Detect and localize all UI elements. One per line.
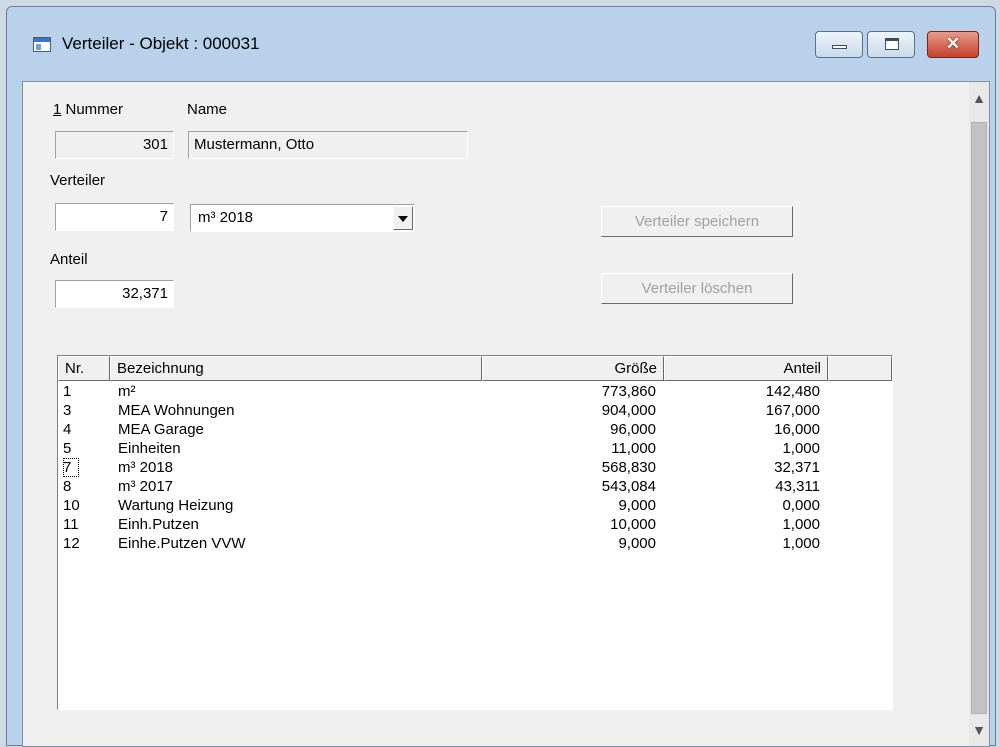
window: Verteiler - Objekt : 000031 ✕ 1 Nummer N… <box>6 6 996 747</box>
cell-groesse: 9,000 <box>618 535 656 552</box>
cell-nr: 1 <box>63 383 72 400</box>
cell-bezeichnung: MEA Garage <box>118 421 204 438</box>
save-verteiler-button[interactable]: Verteiler speichern <box>601 206 793 237</box>
minimize-icon <box>832 45 847 49</box>
cell-nr: 12 <box>63 535 80 552</box>
maximize-icon <box>885 38 899 50</box>
cell-bezeichnung: m² <box>118 383 136 400</box>
app-icon[interactable] <box>33 37 51 52</box>
cell-anteil: 167,000 <box>765 402 820 419</box>
title-bar[interactable]: Verteiler - Objekt : 000031 ✕ <box>7 7 995 85</box>
verteiler-list[interactable]: Nr. Bezeichnung Größe Anteil 1 m² 773,860 1… <box>57 355 893 710</box>
client-area: 1 Nummer Name 301 Mustermann, Otto Verte… <box>22 81 990 747</box>
table-row[interactable]: 4 MEA Garage 96,000 16,000 <box>58 420 892 439</box>
table-row[interactable]: 3 MEA Wohnungen 904,000 167,000 <box>58 401 892 420</box>
table-row[interactable]: 10 Wartung Heizung 9,000 0,000 <box>58 496 892 515</box>
maximize-button[interactable] <box>867 31 915 58</box>
table-row[interactable]: 11 Einh.Putzen 10,000 1,000 <box>58 515 892 534</box>
cell-bezeichnung: Einhe.Putzen VVW <box>118 535 246 552</box>
verteiler-label: Verteiler <box>50 172 106 189</box>
window-title: Verteiler - Objekt : 000031 <box>62 34 260 53</box>
chevron-up-icon[interactable]: ▲ <box>969 82 989 114</box>
minimize-button[interactable] <box>815 31 863 58</box>
nummer-label: 1 Nummer <box>53 101 123 118</box>
verteiler-number-field[interactable]: 7 <box>55 203 174 231</box>
cell-anteil: 1,000 <box>782 440 820 457</box>
cell-groesse: 11,000 <box>611 440 656 457</box>
cell-groesse: 9,000 <box>618 497 656 514</box>
chevron-down-icon[interactable] <box>393 206 413 230</box>
table-row[interactable]: 7 m³ 2018 568,830 32,371 <box>58 458 892 477</box>
cell-anteil: 0,000 <box>782 497 820 514</box>
verteiler-select-value: m³ 2018 <box>198 209 254 226</box>
table-row[interactable]: 8 m³ 2017 543,084 43,311 <box>58 477 892 496</box>
verteiler-select[interactable]: m³ 2018 <box>190 204 415 232</box>
cell-nr: 3 <box>63 402 72 419</box>
cell-anteil: 16,000 <box>774 421 820 438</box>
cell-anteil: 142,480 <box>765 383 820 400</box>
close-button[interactable]: ✕ <box>927 31 979 58</box>
anteil-field[interactable]: 32,371 <box>55 280 174 308</box>
column-header-empty <box>828 356 892 381</box>
delete-verteiler-button[interactable]: Verteiler löschen <box>601 273 793 304</box>
close-icon: ✕ <box>945 34 961 53</box>
cell-bezeichnung: m³ 2017 <box>118 478 174 495</box>
cell-bezeichnung: Wartung Heizung <box>118 497 234 514</box>
scrollbar-thumb[interactable] <box>971 122 987 714</box>
cell-nr: 5 <box>63 440 72 457</box>
vertical-scrollbar[interactable]: ▲ ▼ <box>969 82 989 746</box>
nummer-label-text: Nummer <box>61 101 124 118</box>
list-header: Nr. Bezeichnung Größe Anteil <box>58 356 892 381</box>
anteil-label: Anteil <box>50 251 88 268</box>
cell-anteil: 32,371 <box>774 459 820 476</box>
cell-bezeichnung: Einheiten <box>118 440 181 457</box>
cell-groesse: 568,830 <box>601 459 656 476</box>
cell-groesse: 10,000 <box>610 516 656 533</box>
column-header-anteil[interactable]: Anteil <box>664 356 828 381</box>
cell-bezeichnung: m³ 2018 <box>118 459 174 476</box>
cell-groesse: 543,084 <box>601 478 656 495</box>
cell-nr: 4 <box>63 421 72 438</box>
cell-nr: 11 <box>63 516 79 533</box>
table-row[interactable]: 5 Einheiten 11,000 1,000 <box>58 439 892 458</box>
cell-groesse: 773,860 <box>601 383 656 400</box>
cell-nr: 10 <box>63 497 80 514</box>
cell-anteil: 43,311 <box>775 478 820 495</box>
cell-nr: 7 <box>63 458 79 477</box>
cell-bezeichnung: Einh.Putzen <box>118 516 199 533</box>
cell-groesse: 904,000 <box>601 402 656 419</box>
table-row[interactable]: 12 Einhe.Putzen VVW 9,000 1,000 <box>58 534 892 553</box>
nummer-field: 301 <box>55 131 174 159</box>
column-header-bezeichnung[interactable]: Bezeichnung <box>110 356 482 381</box>
name-field: Mustermann, Otto <box>188 131 468 159</box>
column-header-groesse[interactable]: Größe <box>482 356 664 381</box>
cell-anteil: 1,000 <box>782 535 820 552</box>
name-label: Name <box>187 101 228 118</box>
table-row[interactable]: 1 m² 773,860 142,480 <box>58 382 892 401</box>
cell-bezeichnung: MEA Wohnungen <box>118 402 235 419</box>
chevron-down-icon[interactable]: ▼ <box>969 714 989 746</box>
cell-anteil: 1,000 <box>782 516 820 533</box>
column-header-nr[interactable]: Nr. <box>58 356 110 381</box>
cell-nr: 8 <box>63 478 72 495</box>
cell-groesse: 96,000 <box>610 421 656 438</box>
